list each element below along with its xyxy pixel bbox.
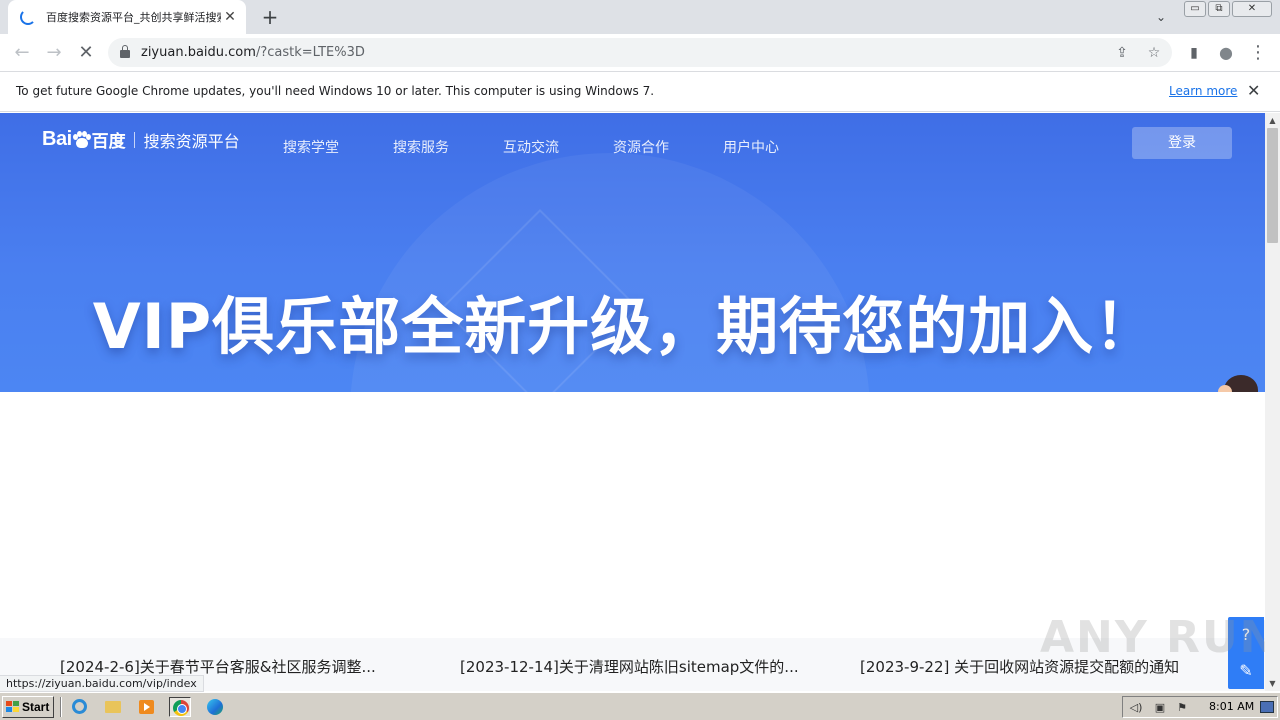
new-tab-button[interactable]: +: [258, 5, 282, 29]
tab-close-icon[interactable]: ✕: [222, 9, 238, 25]
scroll-thumb[interactable]: [1267, 128, 1278, 243]
illustration-character: [1218, 375, 1260, 392]
start-label: Start: [22, 700, 50, 714]
bookmark-star-icon[interactable]: ☆: [1144, 43, 1164, 63]
start-button[interactable]: Start: [2, 696, 54, 718]
infobar-close-icon[interactable]: ✕: [1247, 81, 1260, 100]
notice-item[interactable]: [2024-2-6]关于春节平台客服&社区服务调整...: [60, 656, 376, 677]
nav-item-search-services[interactable]: 搜索服务: [393, 137, 503, 157]
page-viewport: Bai 百度 搜索资源平台 搜索学堂 搜索服务 互动交流 资源合作 用户中心 登…: [0, 113, 1265, 691]
forward-button[interactable]: →: [43, 42, 65, 64]
window-controls: ▭ ⧉ ✕: [1184, 1, 1272, 17]
status-bubble: https://ziyuan.baidu.com/vip/index: [0, 675, 204, 692]
baidu-paw-icon: [72, 130, 91, 149]
volume-icon[interactable]: ◁): [1129, 701, 1143, 714]
share-icon[interactable]: ⇪: [1112, 43, 1132, 63]
clock[interactable]: 8:01 AM: [1209, 700, 1254, 713]
nav-item-search-academy[interactable]: 搜索学堂: [283, 137, 393, 157]
anyrun-watermark: ANY RUN: [1040, 612, 1279, 663]
notice-item[interactable]: [2023-12-14]关于清理网站陈旧sitemap文件的...: [460, 656, 799, 677]
learn-more-link[interactable]: Learn more: [1169, 84, 1237, 98]
update-infobar: To get future Google Chrome updates, you…: [0, 72, 1280, 112]
tab-title: 百度搜索资源平台_共创共享鲜活搜索: [46, 11, 221, 24]
url-path: /?castk=LTE%3D: [255, 45, 365, 60]
system-tray: ◁) ▣ ⚑ 8:01 AM: [1122, 696, 1278, 718]
chrome-menu-icon[interactable]: ⋮: [1247, 42, 1269, 64]
nav-item-resource-cooperation[interactable]: 资源合作: [613, 137, 723, 157]
logo-bai-text: Bai: [42, 128, 72, 150]
stop-loading-button[interactable]: ✕: [75, 42, 97, 64]
loading-spinner-icon: [20, 9, 36, 25]
file-explorer-icon[interactable]: [102, 697, 124, 717]
taskbar-separator: [60, 697, 62, 717]
profile-avatar-icon[interactable]: ●: [1215, 42, 1237, 64]
minimize-button[interactable]: ▭: [1184, 1, 1206, 17]
nav-item-community[interactable]: 互动交流: [503, 137, 613, 157]
back-button[interactable]: ←: [11, 42, 33, 64]
lock-icon[interactable]: [120, 45, 130, 58]
hero-banner[interactable]: Bai 百度 搜索资源平台 搜索学堂 搜索服务 互动交流 资源合作 用户中心 登…: [0, 113, 1265, 392]
tab-search-button[interactable]: ⌄: [1150, 6, 1172, 28]
media-player-icon[interactable]: [136, 697, 158, 717]
tab-strip: 百度搜索资源平台_共创共享鲜活搜索 ✕ + ⌄ ▭ ⧉ ✕: [0, 0, 1280, 34]
banner-headline: VIP俱乐部全新升级，期待您的加入！: [92, 290, 1158, 363]
address-bar[interactable]: ziyuan.baidu.com/?castk=LTE%3D ⇪ ☆: [108, 38, 1172, 67]
baidu-logo[interactable]: Bai 百度 搜索资源平台: [42, 127, 240, 152]
logo-divider: [133, 131, 135, 148]
page-scrollbar[interactable]: ▲ ▼: [1265, 113, 1280, 691]
edge-icon[interactable]: [204, 697, 226, 717]
side-panel-icon[interactable]: ▮: [1183, 42, 1205, 64]
action-center-flag-icon[interactable]: ⚑: [1175, 701, 1189, 714]
internet-explorer-icon[interactable]: [68, 697, 90, 717]
show-desktop-icon[interactable]: [1260, 701, 1274, 713]
main-nav: 搜索学堂 搜索服务 互动交流 资源合作 用户中心: [283, 137, 833, 157]
url-host: ziyuan.baidu.com: [141, 45, 256, 60]
browser-toolbar: ← → ✕ ziyuan.baidu.com/?castk=LTE%3D ⇪ ☆…: [0, 34, 1280, 72]
login-button[interactable]: 登录: [1132, 127, 1232, 159]
restore-button[interactable]: ⧉: [1208, 1, 1230, 17]
network-icon[interactable]: ▣: [1153, 701, 1167, 714]
infobar-message: To get future Google Chrome updates, you…: [16, 84, 655, 98]
windows-taskbar: Start ◁) ▣ ⚑ 8:01 AM: [0, 692, 1280, 720]
close-window-button[interactable]: ✕: [1232, 1, 1272, 17]
nav-item-user-center[interactable]: 用户中心: [723, 137, 833, 157]
url-text[interactable]: ziyuan.baidu.com/?castk=LTE%3D: [141, 45, 365, 60]
logo-baidu-text: 百度: [91, 132, 126, 152]
windows-flag-icon: [6, 701, 19, 713]
tab-baidu-ziyuan[interactable]: 百度搜索资源平台_共创共享鲜活搜索 ✕: [8, 0, 246, 34]
chrome-taskbar-icon[interactable]: [169, 697, 191, 717]
scroll-down-arrow-icon[interactable]: ▼: [1265, 676, 1280, 691]
platform-name: 搜索资源平台: [143, 131, 240, 151]
scroll-up-arrow-icon[interactable]: ▲: [1265, 113, 1280, 128]
